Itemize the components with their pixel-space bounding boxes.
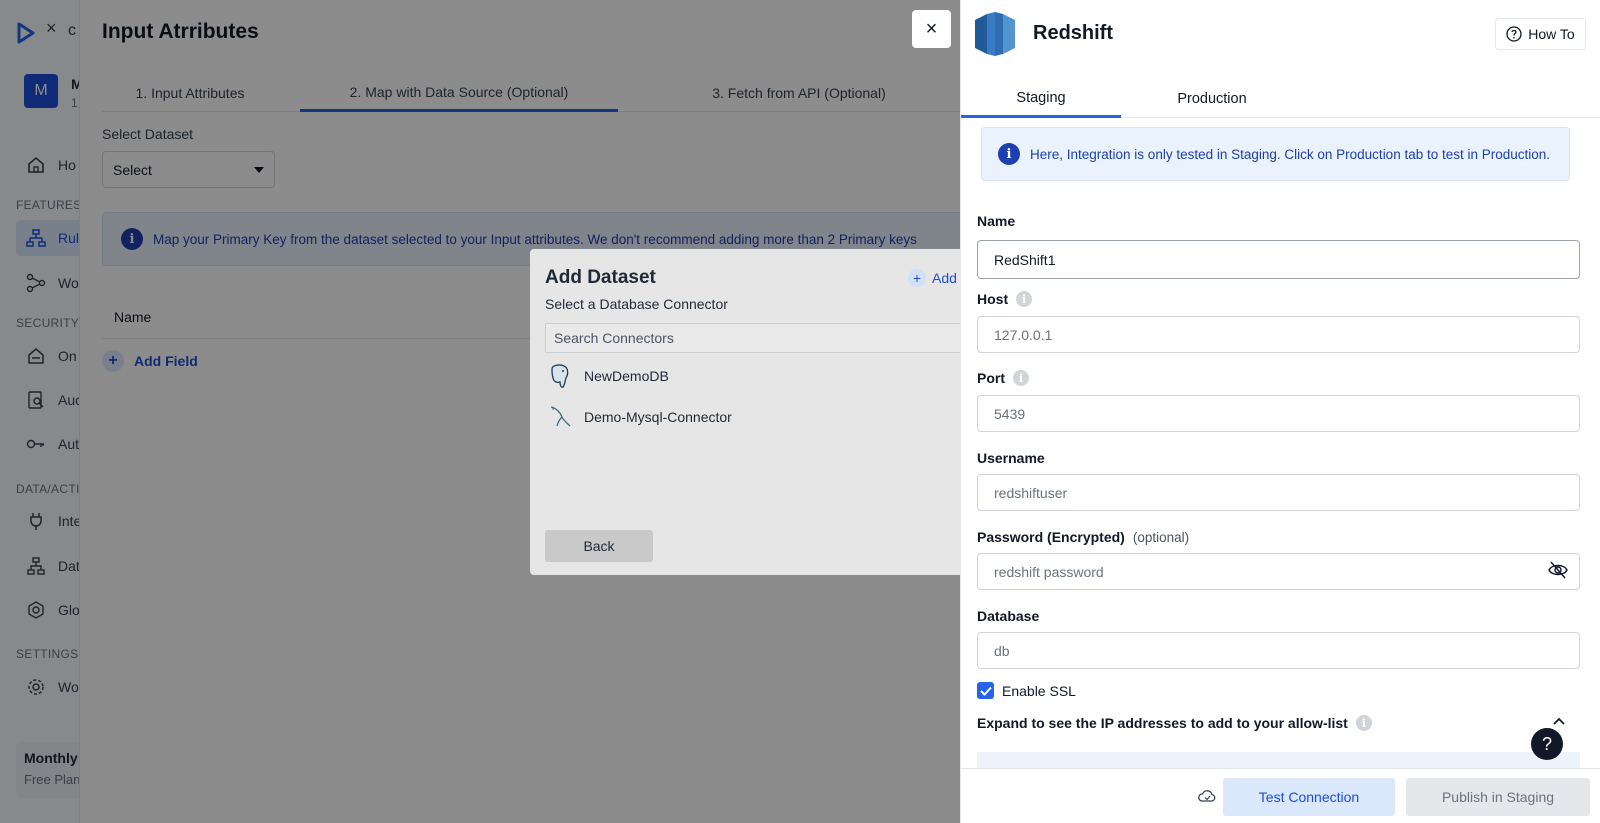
database-label: Database [977,608,1040,624]
environment-tabs: Staging Production [961,80,1600,118]
staging-info-banner: i Here, Integration is only tested in St… [981,127,1570,181]
name-label: Name [977,213,1016,229]
modal-subtitle: Select a Database Connector [545,296,728,312]
ip-info-icon[interactable]: i [1355,715,1372,731]
mysql-dolphin-icon [550,406,571,427]
connector-name: Demo-Mysql-Connector [584,409,732,425]
tab-staging[interactable]: Staging [961,80,1121,118]
connector-item[interactable]: Demo-Mysql-Connector [548,403,732,431]
ip-allowlist-text: Expand to see the IP addresses to add to… [977,715,1348,731]
password-field[interactable] [977,553,1580,590]
host-info-icon[interactable]: i [1016,291,1033,307]
info-icon: i [998,143,1020,165]
connector-name: NewDemoDB [584,368,669,384]
host-field[interactable] [977,316,1580,353]
enable-ssl-checkbox[interactable]: Enable SSL [977,682,1076,699]
drawer-footer: Test Connection Publish in Staging [961,768,1600,823]
ip-list-panel [977,752,1580,768]
help-fab-button[interactable]: ? [1531,728,1563,760]
port-field[interactable] [977,395,1580,432]
plus-icon: + [908,269,926,287]
connector-item[interactable]: NewDemoDB [548,362,669,390]
add-dataset-link-label: Add D [932,270,960,286]
optional-tag: (optional) [1132,529,1190,545]
postgres-elephant-icon [551,364,569,388]
publish-staging-button[interactable]: Publish in Staging [1406,778,1590,816]
help-circle-icon [1506,26,1522,42]
how-to-label: How To [1528,26,1575,42]
back-button[interactable]: Back [545,530,653,562]
username-label: Username [977,450,1045,466]
enable-ssl-label: Enable SSL [1002,682,1076,699]
checkbox-checked-icon [977,682,994,699]
drawer-title: Redshift [1033,22,1113,44]
host-label: Host i [977,291,1033,307]
redshift-logo-icon [975,12,1015,56]
cloud-icon [1198,790,1216,802]
eye-off-icon[interactable] [1548,561,1568,579]
port-info-icon[interactable]: i [1013,370,1029,386]
tab-production[interactable]: Production [1132,80,1292,118]
database-field[interactable] [977,632,1580,669]
add-dataset-modal: Add Dataset + Add D Select a Database Co… [530,249,960,575]
password-label: Password (Encrypted) (optional) [977,529,1190,545]
how-to-button[interactable]: How To [1495,18,1586,50]
chevron-up-icon[interactable] [1552,716,1566,726]
port-label: Port i [977,370,1029,386]
username-field[interactable] [977,474,1580,511]
name-field[interactable] [977,240,1580,279]
modal-title: Add Dataset [545,267,656,288]
staging-info-text: Here, Integration is only tested in Stag… [1030,146,1551,162]
search-connectors-input[interactable]: Search Connectors [545,323,960,353]
close-drawer-button[interactable]: × [912,10,951,48]
ip-allowlist-toggle[interactable]: Expand to see the IP addresses to add to… [977,715,1372,731]
test-connection-button[interactable]: Test Connection [1223,778,1395,816]
redshift-drawer: Redshift How To Staging Production i Her… [960,0,1600,823]
add-dataset-link[interactable]: + Add D [908,269,960,287]
